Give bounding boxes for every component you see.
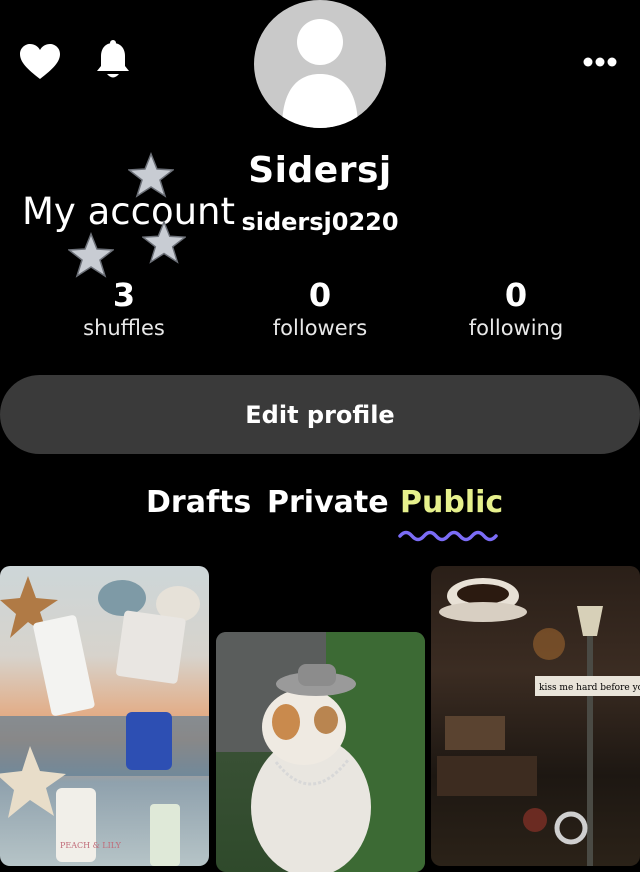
heart-icon[interactable] [18, 40, 62, 84]
shuffle-thumbnail[interactable] [216, 632, 425, 872]
cat-with-hat-image [216, 632, 425, 872]
dark-academia-collage-image: kiss me hard before you go [437, 578, 640, 866]
stat-label: following [468, 316, 564, 340]
active-tab-underline [398, 530, 498, 542]
stat-followers[interactable]: 0 followers [230, 276, 410, 342]
star-sticker-icon [128, 152, 174, 198]
shuffle-thumbnail[interactable]: kiss me hard before you go [431, 566, 640, 866]
stat-value: 3 [112, 276, 136, 314]
username: sidersj0220 [241, 208, 399, 236]
display-name: Sidersj [248, 150, 392, 191]
tab-private[interactable]: Private [267, 485, 389, 520]
shuffle-thumbnail[interactable]: PEACH & LILY [0, 566, 209, 866]
avatar[interactable] [254, 0, 386, 128]
bell-icon[interactable] [92, 38, 134, 84]
stat-shuffles[interactable]: 3 shuffles [34, 276, 214, 342]
tab-drafts[interactable]: Drafts [146, 485, 251, 520]
stat-following[interactable]: 0 following [426, 276, 606, 342]
tab-public[interactable]: Public [400, 485, 503, 520]
thumbnail-quote-text: kiss me hard before you go [539, 683, 640, 693]
default-avatar-icon [282, 19, 358, 128]
stat-label: followers [272, 316, 368, 340]
star-sticker-icon [68, 232, 114, 278]
stat-value: 0 [308, 276, 332, 314]
beach-skincare-collage-image: PEACH & LILY [0, 576, 209, 866]
thumbnail-product-text: PEACH & LILY [60, 841, 122, 850]
edit-profile-button[interactable]: Edit profile [0, 375, 640, 454]
stat-value: 0 [504, 276, 528, 314]
more-options-icon[interactable] [578, 48, 622, 76]
stat-label: shuffles [83, 316, 165, 340]
star-sticker-icon [142, 220, 186, 264]
